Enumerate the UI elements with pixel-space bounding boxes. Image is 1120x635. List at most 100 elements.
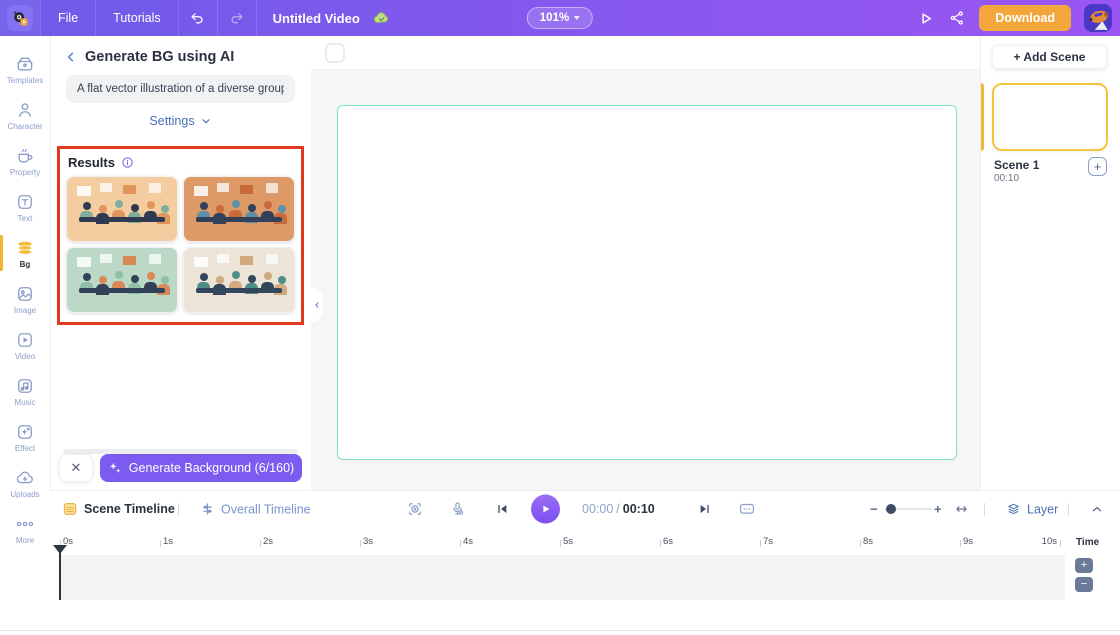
sidebar-item-music[interactable]: Music [0, 368, 50, 414]
sidebar-item-image[interactable]: Image [0, 276, 50, 322]
zoom-slider-handle[interactable] [886, 504, 896, 514]
result-thumbnail-2[interactable] [183, 176, 295, 242]
menu-tutorials[interactable]: Tutorials [96, 0, 177, 36]
sidebar-item-bg[interactable]: Bg [0, 230, 50, 276]
skip-back-icon[interactable] [494, 501, 510, 517]
templates-icon [17, 57, 33, 70]
tab-label: Overall Timeline [221, 502, 311, 516]
preview-play-icon[interactable] [916, 9, 935, 28]
app-logo[interactable] [0, 0, 40, 36]
time-decrease-button[interactable]: − [1075, 577, 1093, 592]
scenes-panel-divider [980, 36, 981, 490]
sidebar-item-label: Video [14, 351, 36, 361]
info-icon[interactable] [121, 156, 134, 169]
layer-button[interactable]: Layer [1006, 502, 1058, 517]
generate-button-label: Generate Background (6/160) [128, 461, 295, 475]
ruler-tick [560, 540, 561, 547]
ruler-tick-label: 10s [1041, 536, 1057, 547]
ruler-tick [160, 540, 161, 547]
time-increase-button[interactable]: + [1075, 558, 1093, 573]
scene-duration: 00:10 [994, 173, 1020, 184]
settings-label: Settings [149, 114, 195, 128]
ruler-tick [760, 540, 761, 547]
focus-scene-icon[interactable] [406, 500, 424, 518]
redo-icon[interactable] [218, 0, 256, 36]
timeline-track[interactable] [60, 555, 1065, 600]
sidebar-item-video[interactable]: Video [0, 322, 50, 368]
prompt-input[interactable] [66, 75, 295, 103]
sidebar-item-text[interactable]: Text [0, 184, 50, 230]
share-icon[interactable] [948, 9, 966, 27]
playhead-handle[interactable] [53, 545, 67, 554]
effect-icon [18, 424, 32, 439]
generate-bg-panel: Generate BG using AI Settings Results [51, 36, 310, 490]
sidebar-item-label: More [15, 535, 35, 545]
add-scene-button[interactable]: + Add Scene [992, 45, 1107, 69]
results-label: Results [68, 155, 115, 170]
panel-header: Generate BG using AI [51, 36, 310, 71]
chevron-down-icon [201, 119, 210, 124]
back-button[interactable] [64, 50, 78, 64]
layers-icon [1008, 503, 1019, 515]
current-time: 00:00 [582, 502, 614, 516]
play-button[interactable] [531, 494, 560, 524]
captions-icon[interactable] [738, 500, 756, 518]
close-panel-button[interactable]: ✕ [59, 454, 93, 482]
cloud-saved-icon [372, 9, 391, 28]
sidebar-item-more[interactable]: More [0, 506, 50, 552]
sidebar-item-uploads[interactable]: Uploads [0, 460, 50, 506]
skip-forward-icon[interactable] [697, 501, 713, 517]
scenes-panel: + Add Scene Scene 1 00:10 [980, 36, 1120, 490]
total-time: 00:10 [622, 502, 655, 516]
user-avatar[interactable] [1084, 4, 1112, 32]
ruler-tick-label: 5s [563, 536, 574, 547]
sidebar-item-effect[interactable]: Effect [0, 414, 50, 460]
microphone-icon[interactable] [449, 501, 466, 518]
results-grid [60, 174, 301, 319]
result-thumbnail-3[interactable] [66, 247, 178, 313]
undo-icon[interactable] [179, 0, 217, 36]
video-icon [18, 332, 32, 347]
sidebar-item-label: Music [14, 397, 36, 407]
background-icon [17, 241, 33, 255]
scene-thumbnail[interactable] [992, 83, 1108, 151]
ruler-tick [860, 540, 861, 547]
result-thumbnail-4[interactable] [183, 247, 295, 313]
sidebar-item-label: Character [7, 121, 43, 131]
result-thumbnail-1[interactable] [66, 176, 178, 242]
zoom-out-button[interactable]: − [870, 502, 878, 517]
text-icon [18, 194, 32, 209]
upload-cloud-icon [16, 471, 33, 483]
sidebar-item-property[interactable]: Property [0, 138, 50, 184]
thumbnail-art [83, 202, 91, 210]
ruler-tick-label: 7s [763, 536, 774, 547]
generate-background-button[interactable]: Generate Background (6/160) [100, 454, 302, 482]
menu-file[interactable]: File [41, 0, 95, 36]
fit-width-icon[interactable] [954, 502, 969, 517]
canvas-tool-button[interactable] [325, 42, 345, 63]
sidebar-item-templates[interactable]: Templates [0, 46, 50, 92]
ruler-tick [460, 540, 461, 547]
collapse-timeline-icon[interactable] [1090, 502, 1104, 516]
settings-toggle[interactable]: Settings [51, 114, 310, 128]
ruler-tick [960, 540, 961, 547]
tab-scene-timeline[interactable]: Scene Timeline [62, 501, 175, 517]
zoom-level-control[interactable]: 101% [526, 7, 594, 29]
thumbnail-art [196, 217, 282, 223]
sidebar-item-label: Property [9, 167, 41, 177]
overall-timeline-icon [203, 503, 212, 515]
project-title[interactable]: Untitled Video [273, 11, 360, 26]
zoom-in-button[interactable]: + [934, 502, 942, 517]
thumbnail-art [196, 288, 282, 294]
app-bottom-divider [0, 630, 1120, 631]
tab-overall-timeline[interactable]: Overall Timeline [200, 502, 311, 517]
sidebar-item-character[interactable]: Character [0, 92, 50, 138]
video-canvas[interactable] [337, 105, 957, 460]
ruler-tick [360, 540, 361, 547]
thumbnail-art [200, 273, 208, 281]
scene-add-button[interactable]: + [1088, 157, 1107, 176]
download-button[interactable]: Download [979, 5, 1071, 31]
layer-label: Layer [1027, 502, 1059, 516]
ruler-tick [660, 540, 661, 547]
chevron-down-icon [574, 16, 581, 20]
